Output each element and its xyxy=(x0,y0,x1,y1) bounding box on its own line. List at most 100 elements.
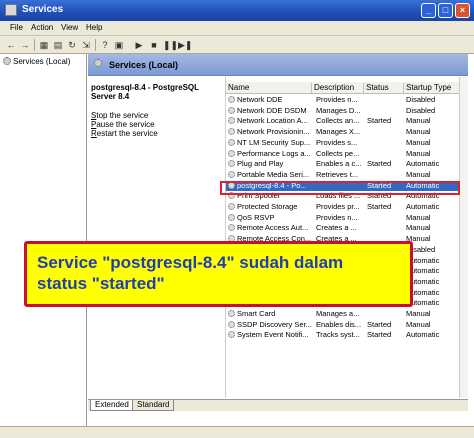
service-name-text: Network Provisionin... xyxy=(237,127,310,137)
tab-standard[interactable]: Standard xyxy=(132,400,175,411)
service-gear-icon xyxy=(228,310,235,317)
restart-icon[interactable]: ▶❚ xyxy=(178,39,192,51)
table-row[interactable]: Portable Media Seri... Retrieves t... Manu… xyxy=(226,170,459,180)
table-row[interactable]: Protected Storage Provides pr... Started Au… xyxy=(226,202,459,212)
column-header-status[interactable]: Status xyxy=(364,83,404,94)
service-name-text: NT LM Security Sup... xyxy=(237,137,311,147)
service-name-text: Remote Access Aut... xyxy=(237,223,309,233)
vertical-scrollbar[interactable] xyxy=(459,77,468,398)
service-name-cell: System Event Notifi... xyxy=(228,330,312,339)
close-button[interactable]: × xyxy=(455,3,470,18)
service-startup-cell: Disabled xyxy=(406,244,436,254)
service-name-text: Smart Card xyxy=(237,309,276,318)
service-name-text: SSDP Discovery Ser... xyxy=(237,319,312,329)
service-startup-cell: Manual xyxy=(406,116,431,126)
export-icon[interactable]: ⇲ xyxy=(80,39,92,51)
table-row[interactable]: Performance Logs a... Collects pe... Manua… xyxy=(226,149,459,159)
restart-link-text: estart the service xyxy=(96,129,158,138)
tree-node-label: Services (Local) xyxy=(13,57,71,66)
service-description-cell: Manages X... xyxy=(316,127,361,137)
pause-icon[interactable]: ❚❚ xyxy=(163,39,178,51)
pause-link-text: ause the service xyxy=(96,120,155,129)
back-icon[interactable]: ← xyxy=(5,39,17,51)
tab-extended[interactable]: Extended xyxy=(90,400,134,411)
window-title: Services xyxy=(22,4,64,15)
column-header-row: Name Description Status Startup Type xyxy=(226,82,459,94)
stop-icon[interactable]: ■ xyxy=(148,39,160,51)
minimize-button[interactable]: _ xyxy=(421,3,436,18)
service-gear-icon xyxy=(228,320,235,328)
gear-icon xyxy=(3,57,11,65)
service-startup-cell: Automatic xyxy=(406,159,440,169)
menu-action[interactable]: Action xyxy=(31,23,53,32)
service-description-cell: Provides pr... xyxy=(316,202,360,211)
console-icon[interactable]: ▦ xyxy=(38,39,50,51)
service-name-cell: Performance Logs a... xyxy=(228,149,312,158)
column-header-description[interactable]: Description xyxy=(312,83,364,94)
table-row[interactable]: Network DDE Provides n... Disabled xyxy=(226,95,459,105)
help-icon[interactable]: ? xyxy=(99,39,111,51)
play-icon[interactable]: ▶ xyxy=(133,39,145,51)
toolbar-separator xyxy=(34,39,35,51)
service-name-cell: Network DDE DSDM xyxy=(228,106,312,115)
forward-icon[interactable]: → xyxy=(19,39,31,51)
table-row[interactable]: System Event Notifi... Tracks syst... Star… xyxy=(226,330,459,340)
service-startup-cell: Automatic xyxy=(406,330,440,340)
table-row[interactable]: QoS RSVP Provides n... Manual xyxy=(226,213,459,223)
menu-file[interactable]: File xyxy=(10,23,23,32)
table-row[interactable]: Plug and Play Enables a c... Started Automa… xyxy=(226,159,459,169)
service-description-cell: Provides n... xyxy=(316,95,358,104)
service-name-text: Network DDE DSDM xyxy=(237,105,307,115)
service-gear-icon xyxy=(228,170,235,178)
title-bar: Services _ □ × xyxy=(0,0,474,21)
service-status-cell: Started xyxy=(367,319,392,329)
service-startup-cell: Automatic xyxy=(406,276,440,286)
table-row[interactable]: Network DDE DSDM Manages D... Disabled xyxy=(226,106,459,116)
service-name-text: Protected Storage xyxy=(237,202,298,211)
menu-bar: File Action View Help xyxy=(0,21,474,36)
service-startup-cell: Manual xyxy=(406,223,431,233)
pause-service-link[interactable]: Pause the service xyxy=(91,120,155,129)
stop-service-link[interactable]: Stop the service xyxy=(91,111,148,120)
service-status-cell: Started xyxy=(367,202,392,211)
view-icon[interactable]: ▣ xyxy=(113,39,125,51)
service-name-cell: SSDP Discovery Ser... xyxy=(228,320,312,329)
column-header-name[interactable]: Name xyxy=(226,83,312,94)
column-header-startup-type[interactable]: Startup Type xyxy=(404,83,459,94)
service-gear-icon xyxy=(228,128,235,136)
stop-link-text: top the service xyxy=(96,111,149,120)
properties-icon[interactable]: ▤ xyxy=(52,39,64,51)
table-row[interactable]: Network Location A... Collects an... Start… xyxy=(226,116,459,126)
service-name-text: Network Location A... xyxy=(237,116,308,126)
service-startup-cell: Manual xyxy=(406,309,431,318)
service-startup-cell: Manual xyxy=(406,212,431,222)
service-status-cell: Started xyxy=(367,159,392,169)
service-description-cell: Tracks syst... xyxy=(316,330,360,340)
console-tree: Services (Local) xyxy=(0,54,87,426)
service-startup-cell: Disabled xyxy=(406,105,436,115)
table-row[interactable]: Remote Access Aut... Creates a ... Manual xyxy=(226,223,459,233)
table-row[interactable]: SSDP Discovery Ser... Enables dis... Start… xyxy=(226,320,459,330)
table-row[interactable]: Network Provisionin... Manages X... Manual xyxy=(226,127,459,137)
services-list: Name Description Status Startup Type Net… xyxy=(225,77,459,398)
service-gear-icon xyxy=(228,203,235,210)
tree-node-services-local[interactable]: Services (Local) xyxy=(3,57,70,66)
service-name-text: Plug and Play xyxy=(237,159,284,169)
service-name-cell: Protected Storage xyxy=(228,202,312,211)
services-app-icon xyxy=(5,4,17,16)
menu-help[interactable]: Help xyxy=(86,23,102,32)
service-gear-icon xyxy=(228,160,235,168)
maximize-button[interactable]: □ xyxy=(438,3,453,18)
restart-service-link[interactable]: Restart the service xyxy=(91,129,158,138)
menu-view[interactable]: View xyxy=(61,23,78,32)
table-row[interactable]: Smart Card Manages a... Manual xyxy=(226,309,459,319)
refresh-icon[interactable]: ↻ xyxy=(66,39,78,51)
selected-service-name: postgresql-8.4 - PostgreSQL Server 8.4 xyxy=(91,83,199,101)
extended-description-panel: postgresql-8.4 - PostgreSQL Server 8.4 S… xyxy=(88,77,225,390)
table-row[interactable]: NT LM Security Sup... Provides s... Manual xyxy=(226,138,459,148)
service-gear-icon xyxy=(228,331,235,339)
service-name-cell: Network DDE xyxy=(228,95,312,104)
service-gear-icon xyxy=(228,106,235,114)
service-startup-cell: Manual xyxy=(406,148,431,158)
toolbar-separator xyxy=(95,39,96,51)
